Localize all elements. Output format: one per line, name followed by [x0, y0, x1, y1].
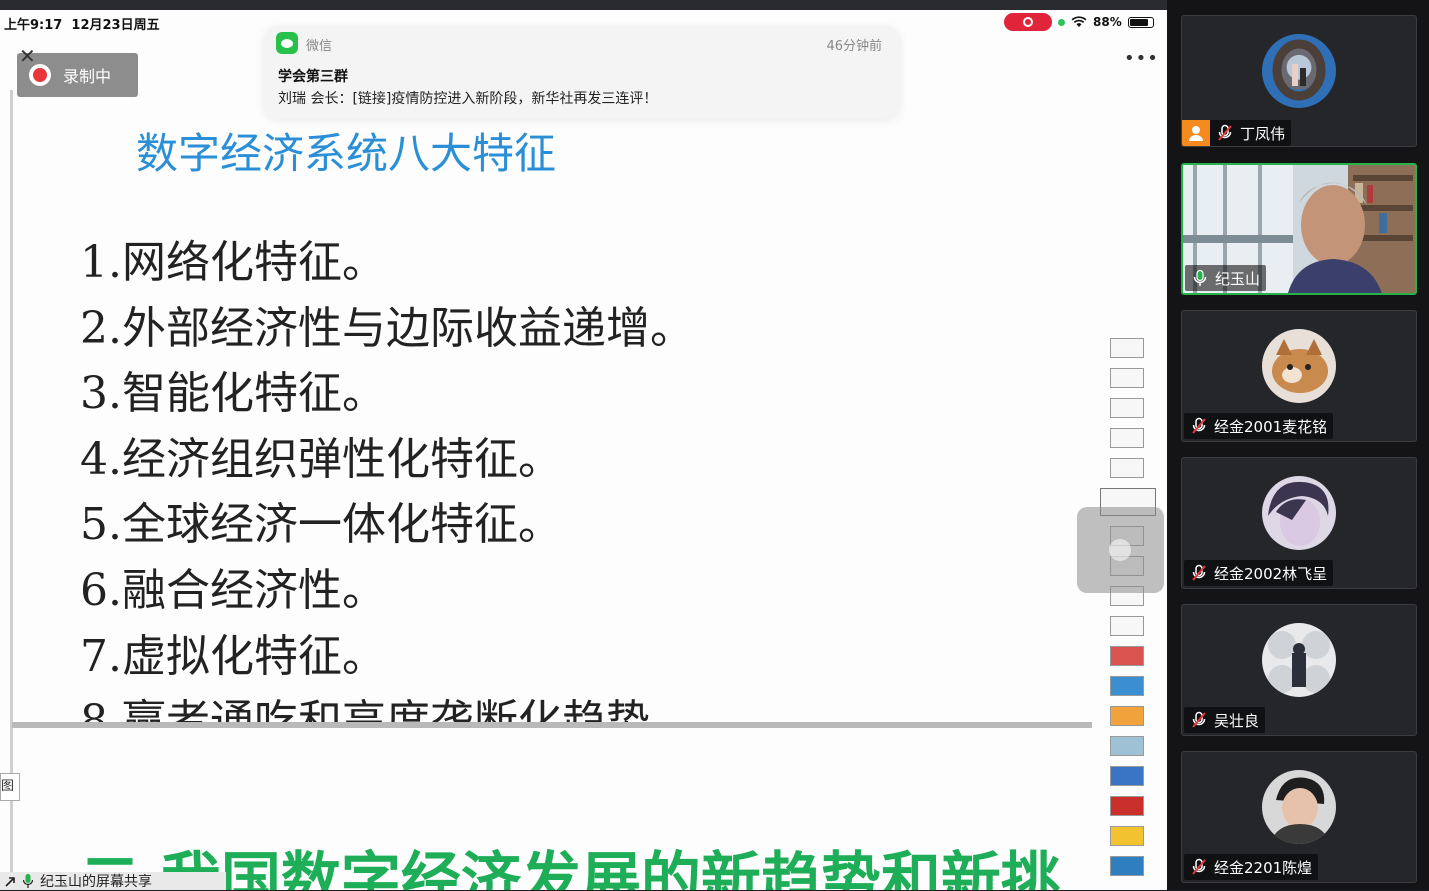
- battery-icon: [1127, 16, 1154, 28]
- participant-name: 经金2001麦花铭: [1214, 417, 1328, 436]
- wechat-icon: [276, 32, 298, 54]
- mic-muted-icon: [1190, 711, 1208, 729]
- slide-left-border: [10, 90, 13, 880]
- notification-app-name: 微信: [306, 39, 333, 54]
- list-item: 6.融合经济性。: [80, 564, 386, 616]
- slide-thumbnail[interactable]: [1110, 826, 1144, 846]
- mic-muted-icon: [1190, 417, 1208, 435]
- slide-thumbnail[interactable]: [1110, 676, 1144, 696]
- status-time: 上午9:17 12月23日周五: [4, 14, 160, 33]
- battery-percent: 88%: [1093, 15, 1122, 29]
- mic-muted-icon: [1216, 124, 1234, 142]
- slide-thumbnail[interactable]: [1110, 856, 1144, 876]
- avatar: [1262, 770, 1336, 844]
- clock: 上午9:17: [4, 18, 63, 33]
- window-top-strip: [0, 0, 1167, 10]
- slide-feature-list: 1.网络化特征。 2.外部经济性与边际收益递增。 3.智能化特征。 4.经济组织…: [80, 230, 1080, 724]
- screen-share-label: 纪玉山的屏幕共享: [0, 872, 226, 890]
- mic-active-icon: [1191, 269, 1209, 287]
- notification-time: 46分钟前: [826, 39, 882, 54]
- wifi-icon: [1071, 16, 1087, 27]
- participant-name: 经金2201陈煌: [1214, 858, 1313, 877]
- list-item: 5.全球经济一体化特征。: [80, 499, 562, 551]
- assistive-touch-dot: [1109, 539, 1131, 561]
- wechat-notification[interactable]: 微信 46分钟前 学会第三群 刘瑞 会长：[链接]疫情防控进入新阶段，新华社再发…: [264, 26, 900, 118]
- notification-title: 学会第三群: [278, 69, 348, 85]
- notification-body: 刘瑞 会长：[链接]疫情防控进入新阶段，新华社再发三连评！: [278, 91, 658, 107]
- avatar: [1262, 34, 1336, 108]
- host-badge-icon: [1182, 120, 1210, 146]
- slide-thumbnail[interactable]: [1110, 736, 1144, 756]
- participant-name: 吴壮良: [1214, 711, 1260, 730]
- recording-label: 录制中: [63, 67, 112, 86]
- slide-thumbnail[interactable]: [1110, 398, 1144, 418]
- avatar: [1262, 329, 1336, 403]
- slide-thumbnail[interactable]: [1110, 458, 1144, 478]
- slide-thumbnail[interactable]: [1110, 766, 1144, 786]
- side-tab[interactable]: 图: [0, 773, 20, 801]
- participant-name: 经金2002林飞呈: [1214, 564, 1328, 583]
- participant-name-bar: 纪玉山: [1185, 265, 1267, 291]
- assistive-touch-button[interactable]: [1077, 507, 1164, 593]
- list-item: 4.经济组织弹性化特征。: [80, 433, 562, 485]
- status-icons: 88%: [1004, 13, 1154, 31]
- mic-muted-icon: [1190, 858, 1208, 876]
- mic-icon: [22, 874, 34, 888]
- slide-thumbnail[interactable]: [1110, 338, 1144, 358]
- participant-tile[interactable]: 经金2201陈煌: [1181, 751, 1417, 883]
- close-icon[interactable]: ✕: [19, 46, 36, 66]
- slide-divider: [12, 722, 1092, 728]
- participant-tile[interactable]: 丁凤伟: [1181, 15, 1417, 147]
- slide-thumbnail[interactable]: [1110, 428, 1144, 448]
- avatar: [1262, 476, 1336, 550]
- screen-record-indicator[interactable]: [1004, 13, 1052, 31]
- next-slide-heading: 二 我国数字经济发展的新趋势和新挑: [80, 846, 1061, 890]
- participant-tile[interactable]: 经金2002林飞呈: [1181, 457, 1417, 589]
- camera-in-use-dot: [1058, 18, 1065, 26]
- more-options-icon[interactable]: •••: [1124, 48, 1159, 69]
- slide-thumbnail[interactable]: [1110, 616, 1144, 636]
- participant-tile-active[interactable]: 纪玉山: [1181, 163, 1417, 295]
- slide-thumbnail[interactable]: [1110, 706, 1144, 726]
- slide-thumbnail[interactable]: [1110, 796, 1144, 816]
- shared-screen: 数字经济系统八大特征 1.网络化特征。 2.外部经济性与边际收益递增。 3.智能…: [0, 10, 1167, 890]
- list-item: 2.外部经济性与边际收益递增。: [80, 302, 694, 354]
- list-item: 1.网络化特征。: [80, 237, 386, 288]
- participant-name-bar: 吴壮良: [1184, 707, 1266, 733]
- avatar: [1262, 623, 1336, 697]
- participant-panel: 丁凤伟 纪玉山 经金2001麦花铭 经金2002林飞呈 吴壮良 经金2201陈煌: [1167, 0, 1429, 890]
- participant-name-bar: 经金2002林飞呈: [1184, 560, 1334, 586]
- participant-name: 纪玉山: [1215, 269, 1261, 288]
- date: 12月23日周五: [71, 18, 160, 33]
- participant-name-bar: 经金2001麦花铭: [1184, 413, 1334, 439]
- share-arrow-icon: [5, 877, 15, 887]
- list-item: 7.虚拟化特征。: [80, 630, 386, 682]
- list-item: 3.智能化特征。: [80, 368, 386, 420]
- slide-title: 数字经济系统八大特征: [136, 129, 557, 178]
- participant-name-bar: 丁凤伟: [1182, 120, 1292, 146]
- slide-thumbnail[interactable]: [1110, 368, 1144, 388]
- participant-tile[interactable]: 经金2001麦花铭: [1181, 310, 1417, 442]
- list-item: 8.赢者通吃和高度垄断化趋势: [80, 696, 650, 724]
- participant-name-bar: 经金2201陈煌: [1184, 854, 1319, 880]
- slide-thumbnail-strip[interactable]: [1100, 338, 1156, 886]
- participant-tile[interactable]: 吴壮良: [1181, 604, 1417, 736]
- record-icon: [1023, 17, 1033, 27]
- slide-thumbnail[interactable]: [1110, 646, 1144, 666]
- screen-share-text: 纪玉山的屏幕共享: [40, 874, 152, 890]
- participant-name: 丁凤伟: [1240, 124, 1286, 143]
- mic-muted-icon: [1190, 564, 1208, 582]
